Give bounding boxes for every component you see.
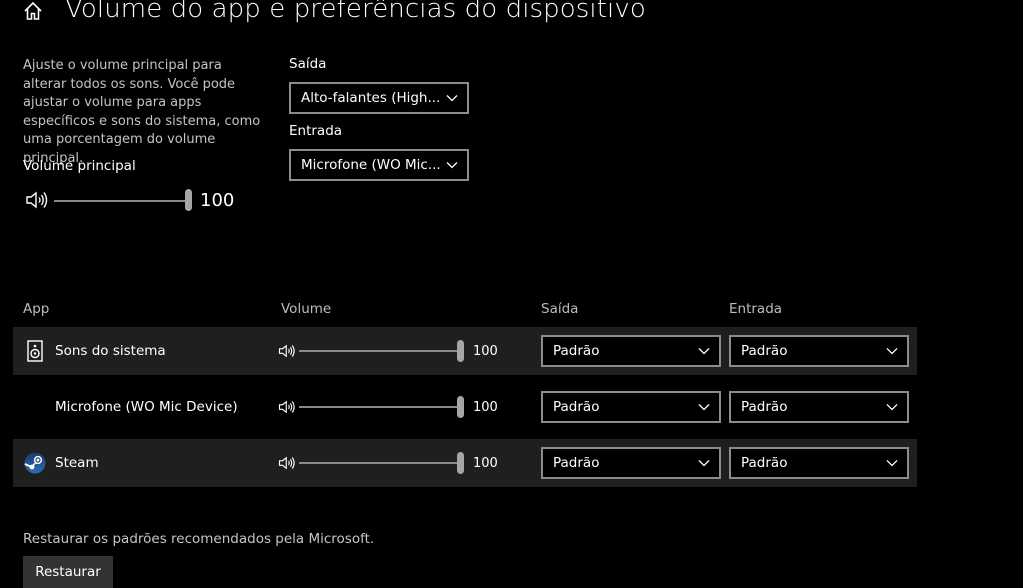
app-volume-value: 100	[473, 344, 498, 359]
app-input-value: Padrão	[741, 399, 788, 415]
app-volume-value: 100	[473, 456, 498, 471]
app-volume-slider-track[interactable]	[299, 406, 459, 408]
master-volume-slider-track[interactable]	[54, 200, 188, 202]
chevron-down-icon	[698, 348, 710, 355]
master-volume-slider-thumb[interactable]	[185, 189, 192, 211]
app-name: Sons do sistema	[55, 343, 166, 359]
page-title: Volume do app e preferências do disposit…	[65, 0, 646, 24]
speaker-icon[interactable]	[278, 399, 296, 415]
input-device-value: Microfone (WO Mic...	[301, 157, 441, 173]
app-volume-slider-thumb[interactable]	[457, 340, 464, 362]
app-output-select[interactable]: Padrão	[541, 335, 721, 367]
app-volume-slider-track[interactable]	[299, 462, 459, 464]
column-header-input: Entrada	[729, 301, 783, 317]
app-output-value: Padrão	[553, 399, 600, 415]
app-output-select[interactable]: Padrão	[541, 447, 721, 479]
app-output-value: Padrão	[553, 343, 600, 359]
app-input-value: Padrão	[741, 455, 788, 471]
output-device-select[interactable]: Alto-falantes (High...	[289, 82, 469, 114]
app-name: Steam	[55, 455, 99, 471]
app-row-steam: Steam 100 Padrão Padrão	[13, 439, 917, 487]
speaker-device-icon	[27, 340, 43, 362]
speaker-icon[interactable]	[278, 343, 296, 359]
app-input-value: Padrão	[741, 343, 788, 359]
home-icon[interactable]	[22, 0, 44, 22]
column-header-output: Saída	[541, 301, 579, 317]
chevron-down-icon	[446, 95, 458, 102]
chevron-down-icon	[698, 404, 710, 411]
app-output-value: Padrão	[553, 455, 600, 471]
chevron-down-icon	[446, 162, 458, 169]
column-header-volume: Volume	[281, 301, 332, 317]
app-input-select[interactable]: Padrão	[729, 335, 909, 367]
input-device-select[interactable]: Microfone (WO Mic...	[289, 149, 469, 181]
output-device-value: Alto-falantes (High...	[301, 90, 441, 106]
app-input-select[interactable]: Padrão	[729, 447, 909, 479]
app-output-select[interactable]: Padrão	[541, 391, 721, 423]
chevron-down-icon	[886, 404, 898, 411]
output-label: Saída	[289, 56, 327, 72]
master-volume-value: 100	[200, 190, 235, 211]
app-row-system-sounds: Sons do sistema 100 Padrão Padrão	[13, 327, 917, 375]
steam-icon	[24, 452, 46, 474]
column-header-app: App	[23, 301, 50, 317]
input-label: Entrada	[289, 123, 343, 139]
app-volume-slider-track[interactable]	[299, 350, 459, 352]
restore-button[interactable]: Restaurar	[23, 556, 113, 588]
chevron-down-icon	[886, 348, 898, 355]
app-name: Microfone (WO Mic Device)	[55, 399, 238, 415]
master-volume-description: Ajuste o volume principal para alterar t…	[23, 58, 261, 166]
speaker-icon[interactable]	[278, 455, 296, 471]
chevron-down-icon	[698, 460, 710, 467]
app-row-microphone: Microfone (WO Mic Device) 100 Padrão Pad…	[13, 383, 917, 431]
app-volume-value: 100	[473, 400, 498, 415]
app-input-select[interactable]: Padrão	[729, 391, 909, 423]
app-volume-slider-thumb[interactable]	[457, 396, 464, 418]
speaker-icon[interactable]	[25, 190, 49, 210]
app-volume-slider-thumb[interactable]	[457, 452, 464, 474]
master-volume-label: Volume principal	[23, 158, 136, 174]
chevron-down-icon	[886, 460, 898, 467]
restore-defaults-text: Restaurar os padrões recomendados pela M…	[23, 531, 375, 547]
